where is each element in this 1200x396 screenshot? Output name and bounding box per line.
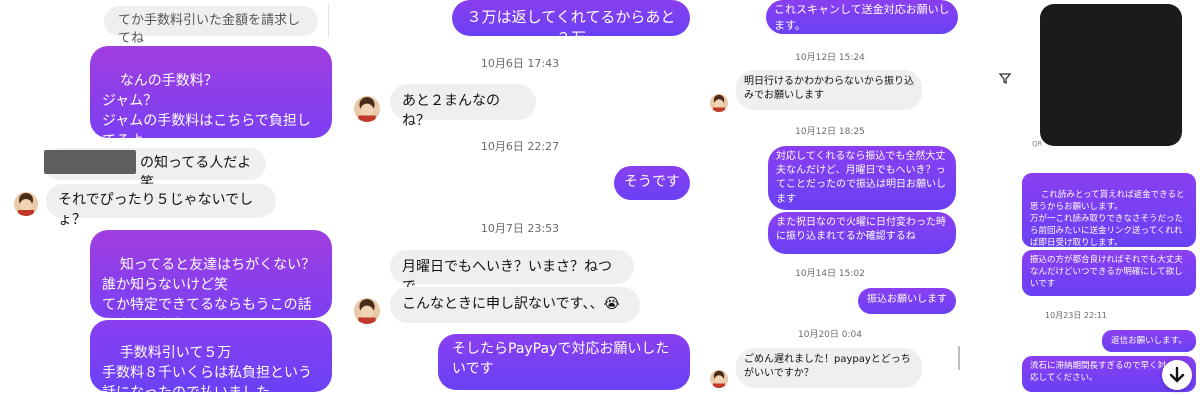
message-incoming: ごめん遅れました！paypayとどっちがいいですか？ — [736, 348, 922, 388]
timestamp: 10月6日 17:43 — [480, 57, 560, 70]
redacted-name-block — [44, 150, 136, 174]
message-text: そしたらPayPayで対応お願いしたいです — [452, 341, 670, 377]
message-text: これスキャンして送金対応お願いします。 — [774, 3, 950, 32]
message-text: それでぴったり５じゃないでしょ？ — [58, 192, 254, 228]
message-outgoing: 知ってると友達はちがくない？誰か知らないけど笑 てか特定できてるならもうこの話よ… — [90, 230, 332, 333]
timestamp: 10月12日 18:25 — [795, 127, 865, 137]
message-incoming: 明日行けるかわかわらないから振り込みでお願いします — [736, 70, 922, 110]
message-text: なんの手数料？ ジャム？ ジャムの手数料はこちらで負担してるよ — [102, 72, 311, 149]
message-text: 対応してくれるなら振込でも全然大丈夫なんだけど、月曜日でもへいき？ってことだった… — [776, 151, 946, 205]
message-text: 振込の方が都合良ければそれでも大丈夫なんだけどいつできるか明確にして欲しいです — [1030, 255, 1183, 290]
avatar-icon — [354, 96, 380, 122]
message-outgoing: これ読みとって貰えれば返金できると思うからお願いします。 万が一これ読み取りでき… — [1022, 173, 1196, 249]
message-text: 明日行けるかわかわらないから振り込みでお願いします — [744, 76, 914, 102]
message-incoming: こんなときに申し訳ないです、、😭 — [390, 287, 640, 323]
timestamp: 10月12日 15:24 — [795, 53, 865, 63]
message-outgoing: 振込の方が都合良ければそれでも大丈夫なんだけどいつできるか明確にして欲しいです — [1022, 250, 1196, 296]
message-outgoing: なんの手数料？ ジャム？ ジャムの手数料はこちらで負担してるよ — [90, 46, 332, 149]
message-outgoing: 手数料引いて５万 手数料８千いくらは私負担という話になったので払いました — [90, 320, 332, 396]
message-outgoing: そうです — [614, 166, 690, 200]
message-text: 手数料引いて５万 手数料８千いくらは私負担という話になったので払いました — [102, 344, 312, 396]
message-incoming: 月曜日でもへいき？いまさ？ねつで — [390, 250, 634, 295]
message-incoming: あと２まんなのね？ — [390, 84, 536, 129]
timestamp: 10月7日 23:53 — [480, 222, 560, 235]
avatar-icon — [354, 298, 380, 324]
message-text: 振込お願いします — [867, 294, 947, 305]
message-outgoing: また祝日なので火曜に日付変わった時に振り込まれてるか確認するね — [768, 212, 956, 254]
message-text: こんなときに申し訳ないです、、😭 — [402, 296, 620, 312]
avatar-icon — [710, 94, 728, 112]
chat-panel-2: ３万は返してくれてるからあと２万 10月6日 17:43 あと２まんなのね？ 1… — [340, 0, 702, 396]
message-text: そうです — [624, 174, 680, 190]
timestamp: 10月6日 22:27 — [480, 140, 560, 153]
scroll-down-icon[interactable] — [1162, 360, 1192, 390]
image-caption: QR — [1032, 140, 1043, 148]
message-text: ごめん遅れました！paypayとどっちがいいですか？ — [744, 354, 911, 380]
avatar-icon — [14, 192, 38, 216]
avatar-icon — [710, 370, 728, 388]
chat-panel-3: これスキャンして送金対応お願いします。 10月12日 15:24 明日行けるかわ… — [706, 0, 968, 396]
message-incoming: それでぴったり５じゃないでしょ？ — [46, 184, 276, 228]
scroll-track — [958, 346, 960, 370]
qr-code-icon — [1040, 4, 1182, 146]
timestamp: 10月23日 22:11 — [1045, 311, 1107, 320]
message-incoming: てか手数料引いた金額を請求してね — [104, 6, 318, 46]
message-text: てか手数料引いた金額を請求してね — [118, 13, 301, 47]
message-text: ３万は返してくれてるからあと２万 — [466, 8, 676, 48]
chat-panel-1: てか手数料引いた金額を請求してね なんの手数料？ ジャム？ ジャムの手数料はこち… — [0, 0, 335, 396]
message-text: また祝日なので火曜に日付変わった時に振り込まれてるか確認するね — [776, 217, 946, 243]
message-outgoing: これスキャンして送金対応お願いします。 — [766, 0, 958, 34]
message-outgoing: 振込お願いします — [858, 288, 956, 314]
message-text: あと２まんなのね？ — [402, 93, 500, 129]
filter-icon[interactable] — [998, 70, 1012, 85]
message-text: 返信お願いします。 — [1111, 336, 1187, 346]
scroll-track — [328, 4, 329, 38]
message-outgoing: そしたらPayPayで対応お願いしたいです — [438, 334, 690, 390]
message-outgoing: 返信お願いします。 — [1102, 330, 1196, 352]
timestamp: 10月20日 0:04 — [798, 330, 862, 340]
message-text: これ読みとって貰えれば返金できると思うからお願いします。 万が一これ読み取りでき… — [1030, 190, 1185, 249]
message-outgoing: 対応してくれるなら振込でも全然大丈夫なんだけど、月曜日でもへいき？ってことだった… — [768, 146, 956, 210]
timestamp: 10月14日 15:02 — [795, 269, 865, 279]
message-text: 流石に滞納期間長すぎるので早く対応してください。 — [1030, 361, 1167, 384]
message-outgoing: ３万は返してくれてるからあと２万 — [452, 0, 690, 47]
chat-panel-4: QR これ読みとって貰えれば返金できると思うからお願いします。 万が一これ読み取… — [972, 0, 1200, 396]
